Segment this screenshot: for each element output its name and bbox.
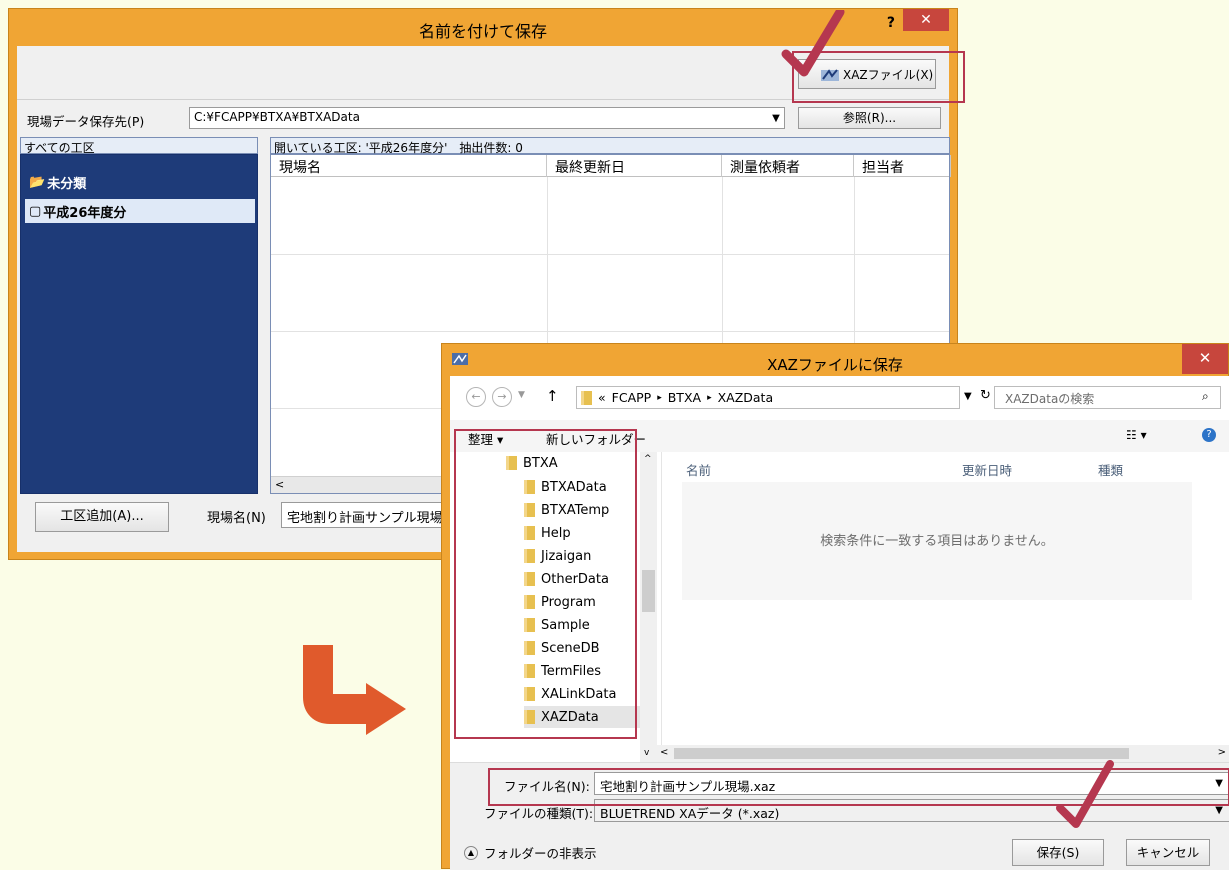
column-last-updated[interactable]: 最終更新日 — [547, 155, 722, 177]
site-list-header: 現場名 最終更新日 測量依頼者 担当者 — [271, 155, 951, 177]
column-site-name[interactable]: 現場名 — [271, 155, 547, 177]
hide-folders-label: フォルダーの非表示 — [484, 846, 597, 861]
breadcrumb-fcapp[interactable]: FCAPP — [612, 390, 652, 405]
save-button[interactable]: 保存(S) — [1012, 839, 1104, 866]
column-type[interactable]: 種類 — [1098, 460, 1123, 479]
file-list-scrollbar[interactable]: < > — [656, 745, 1229, 762]
checkmark-icon — [781, 10, 845, 77]
open-section-info: 開いている工区: '平成26年度分' 抽出件数: 0 — [270, 137, 950, 155]
section-tree: 📂 未分類 ▢ 平成26年度分 — [20, 154, 258, 494]
address-bar[interactable]: « FCAPP ▸ BTXA ▸ XAZData — [576, 386, 960, 409]
breadcrumb-overflow[interactable]: « — [598, 390, 606, 405]
filetype-value: BLUETREND XAデータ (*.xaz) — [600, 806, 780, 821]
all-sections-header: すべての工区 — [20, 137, 258, 155]
hide-folders-toggle[interactable]: ▲ フォルダーの非表示 — [464, 843, 597, 862]
address-dropdown-icon[interactable]: ▼ — [964, 391, 972, 402]
column-requester[interactable]: 測量依頼者 — [722, 155, 854, 177]
highlight-folder-tree — [454, 429, 637, 739]
forward-icon[interactable]: → — [492, 387, 512, 407]
flow-arrow-icon — [303, 645, 406, 735]
folder-pane-scrollbar[interactable]: ^ v — [640, 452, 657, 764]
checkmark-icon — [1056, 760, 1114, 828]
browse-button[interactable]: 参照(R)... — [798, 107, 941, 129]
tree-item-label: 未分類 — [47, 177, 87, 192]
tree-item-unclassified[interactable]: 📂 未分類 — [29, 173, 86, 192]
highlight-filename — [488, 768, 1229, 806]
up-icon[interactable]: ↑ — [546, 387, 559, 405]
dialog-title: XAZファイルに保存 — [767, 356, 903, 374]
path-combo[interactable]: C:¥FCAPP¥BTXA¥BTXAData — [189, 107, 785, 129]
collapse-icon: ▲ — [464, 845, 478, 860]
site-name-label: 現場名(N) — [207, 511, 266, 526]
column-modified[interactable]: 更新日時 — [962, 460, 1012, 479]
cancel-button[interactable]: キャンセル — [1126, 839, 1210, 866]
search-icon[interactable]: ⌕ — [1202, 389, 1209, 404]
recent-dropdown-icon[interactable]: ▼ — [518, 390, 525, 400]
empty-message: 検索条件に一致する項目はありません。 — [682, 482, 1192, 600]
path-label: 現場データ保存先(P) — [27, 114, 145, 129]
add-section-button[interactable]: 工区追加(A)... — [35, 502, 169, 532]
back-icon[interactable]: ← — [466, 387, 486, 407]
column-person[interactable]: 担当者 — [854, 155, 951, 177]
document-icon: ▢ — [29, 203, 42, 219]
folder-icon — [581, 390, 592, 405]
view-options-icon[interactable]: ☷ ▾ — [1126, 428, 1147, 442]
tree-item-label: 平成26年度分 — [43, 205, 127, 221]
site-name-input[interactable]: 宅地割り計画サンプル現場 — [281, 502, 461, 528]
column-name[interactable]: 名前 — [686, 460, 711, 479]
refresh-icon[interactable]: ↻ — [980, 388, 991, 403]
navigation-bar: ← → ▼ ↑ « FCAPP ▸ BTXA ▸ XAZData ▼ ↻ XAZ… — [450, 376, 1229, 420]
tree-item-h26[interactable]: ▢ 平成26年度分 — [25, 199, 255, 223]
close-button[interactable]: ✕ — [903, 9, 949, 31]
help-icon[interactable]: ? — [1202, 428, 1216, 442]
help-button[interactable]: ? — [887, 15, 895, 31]
search-input[interactable]: XAZDataの検索 — [994, 386, 1221, 409]
file-list: 名前 更新日時 種類 検索条件に一致する項目はありません。 — [662, 452, 1229, 764]
dropdown-arrow-icon[interactable]: ▼ — [768, 110, 784, 127]
breadcrumb-btxa[interactable]: BTXA — [668, 390, 701, 405]
close-button[interactable]: ✕ — [1182, 344, 1228, 374]
open-folder-icon: 📂 — [29, 175, 46, 190]
dropdown-arrow-icon[interactable]: ▼ — [1215, 805, 1223, 816]
breadcrumb-xazdata[interactable]: XAZData — [718, 390, 774, 405]
